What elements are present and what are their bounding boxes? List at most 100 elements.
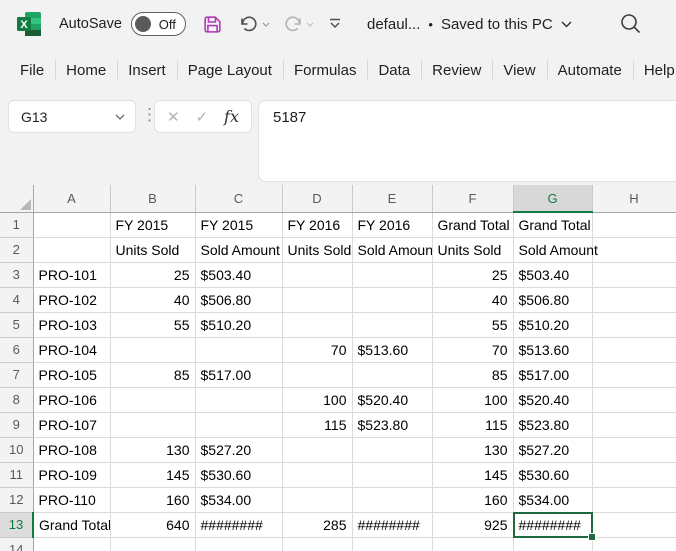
row-header-6[interactable]: 6 (0, 337, 33, 362)
cell-E12[interactable] (352, 487, 432, 512)
cell-B10[interactable]: 130 (110, 437, 195, 462)
cell-H4[interactable] (592, 287, 676, 312)
cell-B11[interactable]: 145 (110, 462, 195, 487)
cell-B8[interactable] (110, 387, 195, 412)
cell-E3[interactable] (352, 262, 432, 287)
cell-F8[interactable]: 100 (432, 387, 513, 412)
cell-F10[interactable]: 130 (432, 437, 513, 462)
row-header-12[interactable]: 12 (0, 487, 33, 512)
cell-A8[interactable]: PRO-106 (33, 387, 110, 412)
cell-D13[interactable]: 285 (282, 512, 352, 537)
cell-F4[interactable]: 40 (432, 287, 513, 312)
cell-A11[interactable]: PRO-109 (33, 462, 110, 487)
cell-F9[interactable]: 115 (432, 412, 513, 437)
cell-G9[interactable]: $523.80 (513, 412, 592, 437)
cell-H14[interactable] (592, 537, 676, 551)
cell-D10[interactable] (282, 437, 352, 462)
cell-H3[interactable] (592, 262, 676, 287)
cell-F2[interactable]: Units Sold (432, 237, 513, 262)
cell-H12[interactable] (592, 487, 676, 512)
cell-G13[interactable]: ######## (513, 512, 592, 537)
row-header-10[interactable]: 10 (0, 437, 33, 462)
cell-A13[interactable]: Grand Total (33, 512, 110, 537)
cell-E4[interactable] (352, 287, 432, 312)
cell-D9[interactable]: 115 (282, 412, 352, 437)
cell-C2[interactable]: Sold Amount (195, 237, 282, 262)
cell-C5[interactable]: $510.20 (195, 312, 282, 337)
undo-button[interactable] (239, 15, 259, 33)
menu-tab-review[interactable]: Review (421, 59, 492, 82)
cell-D6[interactable]: 70 (282, 337, 352, 362)
cell-F5[interactable]: 55 (432, 312, 513, 337)
menu-tab-insert[interactable]: Insert (117, 59, 177, 82)
cell-G8[interactable]: $520.40 (513, 387, 592, 412)
row-header-9[interactable]: 9 (0, 412, 33, 437)
cell-B5[interactable]: 55 (110, 312, 195, 337)
column-header-B[interactable]: B (110, 185, 195, 212)
row-header-4[interactable]: 4 (0, 287, 33, 312)
cell-H2[interactable] (592, 237, 676, 262)
cell-E1[interactable]: FY 2016 (352, 212, 432, 237)
fill-handle[interactable] (588, 533, 596, 541)
cell-D7[interactable] (282, 362, 352, 387)
menu-tab-home[interactable]: Home (55, 59, 117, 82)
cell-E9[interactable]: $523.80 (352, 412, 432, 437)
cell-B12[interactable]: 160 (110, 487, 195, 512)
column-header-G[interactable]: G (513, 185, 592, 212)
cell-D1[interactable]: FY 2016 (282, 212, 352, 237)
column-header-F[interactable]: F (432, 185, 513, 212)
cell-H7[interactable] (592, 362, 676, 387)
cell-E13[interactable]: ######## (352, 512, 432, 537)
cell-A4[interactable]: PRO-102 (33, 287, 110, 312)
cell-A10[interactable]: PRO-108 (33, 437, 110, 462)
cell-D5[interactable] (282, 312, 352, 337)
select-all-corner[interactable] (0, 185, 33, 212)
cell-F1[interactable]: Grand Total (432, 212, 513, 237)
menu-tab-file[interactable]: File (9, 59, 55, 82)
cell-C11[interactable]: $530.60 (195, 462, 282, 487)
cell-C14[interactable] (195, 537, 282, 551)
cell-G11[interactable]: $530.60 (513, 462, 592, 487)
cell-D11[interactable] (282, 462, 352, 487)
row-header-2[interactable]: 2 (0, 237, 33, 262)
cell-F14[interactable] (432, 537, 513, 551)
cell-D14[interactable] (282, 537, 352, 551)
document-title-group[interactable]: defaul... • Saved to this PC (367, 0, 572, 48)
column-header-D[interactable]: D (282, 185, 352, 212)
cell-G2[interactable]: Sold Amount (513, 237, 592, 262)
formula-input[interactable]: 5187 (258, 100, 676, 182)
cell-C9[interactable] (195, 412, 282, 437)
cell-E7[interactable] (352, 362, 432, 387)
cell-F3[interactable]: 25 (432, 262, 513, 287)
cell-H10[interactable] (592, 437, 676, 462)
autosave-toggle[interactable]: Off (131, 12, 186, 36)
cell-C13[interactable]: ######## (195, 512, 282, 537)
cell-B13[interactable]: 640 (110, 512, 195, 537)
column-header-A[interactable]: A (33, 185, 110, 212)
insert-function-button[interactable]: fx (224, 107, 239, 126)
menu-tab-data[interactable]: Data (367, 59, 421, 82)
save-button[interactable] (202, 14, 223, 35)
cancel-button[interactable]: ✕ (167, 108, 180, 126)
cell-D2[interactable]: Units Sold (282, 237, 352, 262)
row-header-1[interactable]: 1 (0, 212, 33, 237)
cell-E2[interactable]: Sold Amount (352, 237, 432, 262)
row-header-7[interactable]: 7 (0, 362, 33, 387)
cell-A1[interactable] (33, 212, 110, 237)
cell-F11[interactable]: 145 (432, 462, 513, 487)
cell-A5[interactable]: PRO-103 (33, 312, 110, 337)
cell-E8[interactable]: $520.40 (352, 387, 432, 412)
cell-E14[interactable] (352, 537, 432, 551)
cell-B2[interactable]: Units Sold (110, 237, 195, 262)
cell-G5[interactable]: $510.20 (513, 312, 592, 337)
cell-E6[interactable]: $513.60 (352, 337, 432, 362)
cell-H9[interactable] (592, 412, 676, 437)
cell-H6[interactable] (592, 337, 676, 362)
undo-dropdown-chevron[interactable] (262, 22, 270, 27)
cell-G6[interactable]: $513.60 (513, 337, 592, 362)
cell-B9[interactable] (110, 412, 195, 437)
row-header-3[interactable]: 3 (0, 262, 33, 287)
enter-button[interactable]: ✓ (196, 108, 209, 126)
cell-H1[interactable] (592, 212, 676, 237)
row-header-13[interactable]: 13 (0, 512, 33, 537)
